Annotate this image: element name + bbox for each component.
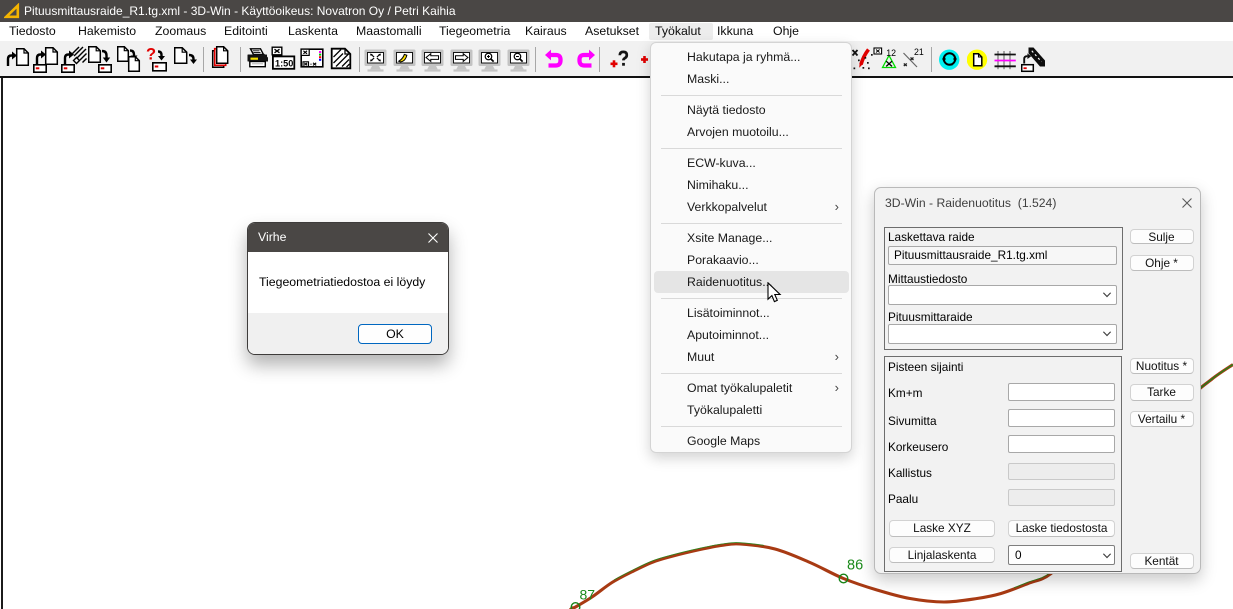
svg-text:87: 87 [580, 587, 596, 603]
svg-text:86: 86 [847, 558, 863, 574]
svg-text:?: ? [146, 46, 156, 64]
svg-text:21: 21 [914, 47, 924, 57]
svg-text:12: 12 [886, 48, 896, 58]
svg-text:1:50: 1:50 [275, 59, 293, 69]
